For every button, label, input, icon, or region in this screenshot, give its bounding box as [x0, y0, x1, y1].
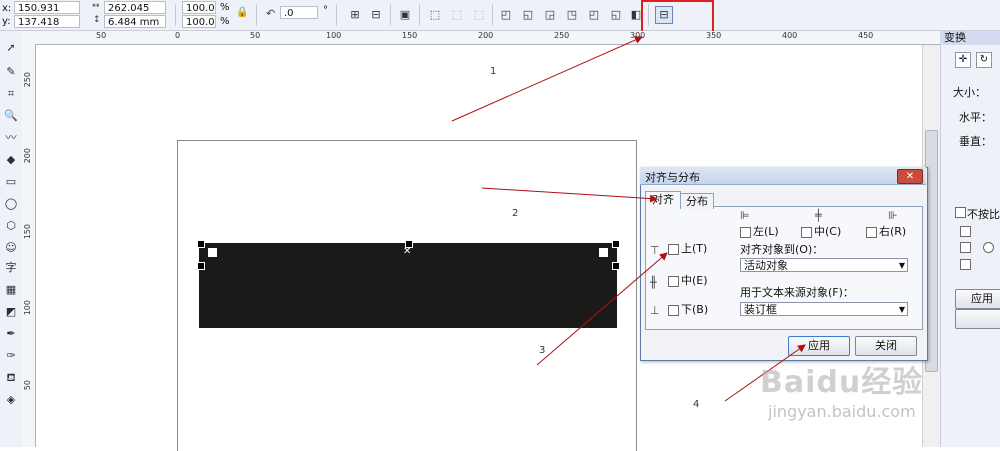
- watermark-logo: Baidu经验: [760, 365, 924, 400]
- arrow-1: [451, 36, 643, 122]
- annotation-label-4: 4: [693, 399, 700, 410]
- annotation-label-1: 1: [490, 66, 497, 77]
- arrow-3: [536, 252, 668, 366]
- annotation-label-2: 2: [512, 208, 519, 219]
- watermark-url: jingyan.baidu.com: [768, 402, 916, 421]
- arrow-2: [481, 187, 658, 203]
- annotation-label-3: 3: [539, 345, 546, 356]
